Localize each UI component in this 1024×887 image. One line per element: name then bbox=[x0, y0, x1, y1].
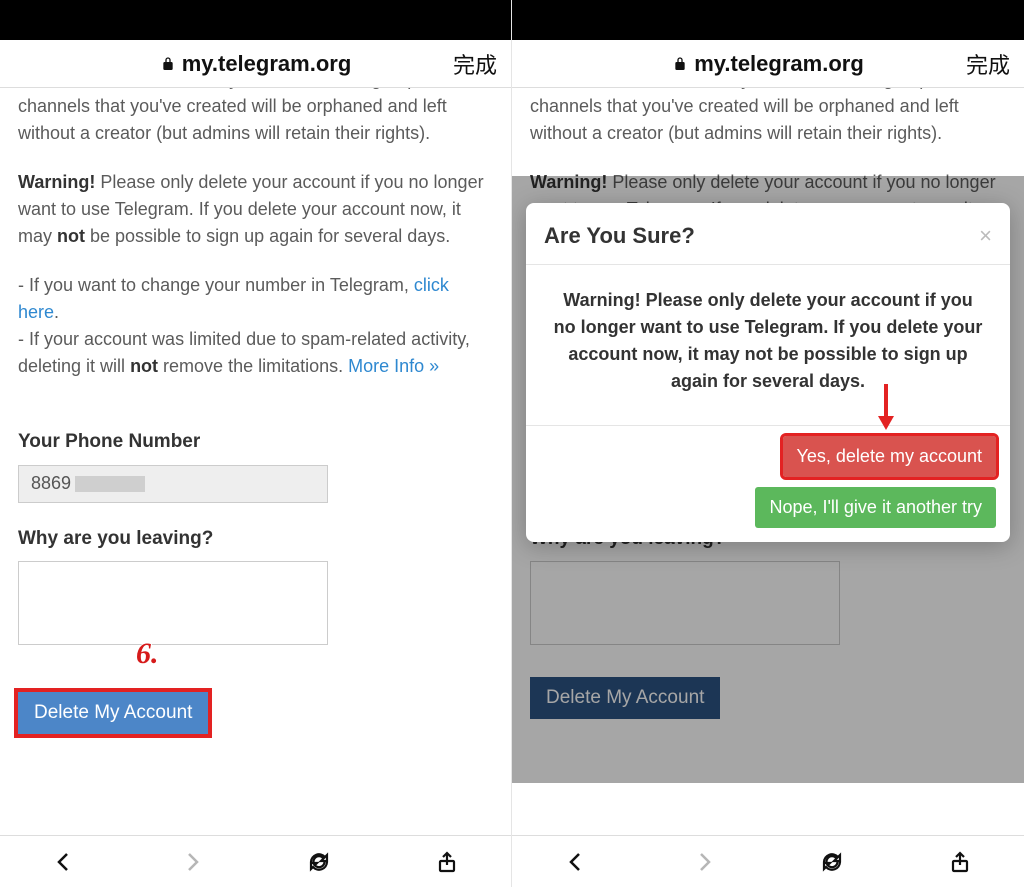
bullet-2: - If your account was limited due to spa… bbox=[18, 326, 493, 380]
phone-prefix: 8869 bbox=[31, 470, 71, 497]
step-badge-6: 6. bbox=[136, 631, 511, 676]
bullet-1: - If you want to change your number in T… bbox=[18, 272, 493, 326]
forward-icon bbox=[691, 849, 717, 875]
lock-icon bbox=[672, 56, 688, 72]
done-button[interactable]: 完成 bbox=[453, 48, 497, 80]
modal-body-text: Warning! Please only delete your account… bbox=[526, 265, 1010, 425]
share-icon[interactable] bbox=[947, 849, 973, 875]
browser-toolbar bbox=[512, 835, 1024, 887]
done-button[interactable]: 完成 bbox=[966, 48, 1010, 80]
browser-toolbar bbox=[0, 835, 511, 887]
refresh-icon[interactable] bbox=[306, 849, 332, 875]
phone-field[interactable]: 8869 bbox=[18, 465, 328, 503]
address-display: my.telegram.org bbox=[672, 51, 864, 77]
page-content-right: contacts will be deleted beyond retrieva… bbox=[512, 88, 1024, 835]
page-content-left: contacts will be deleted beyond retrieva… bbox=[0, 88, 511, 835]
more-info-link[interactable]: More Info » bbox=[348, 356, 439, 376]
back-icon[interactable] bbox=[563, 849, 589, 875]
screenshot-left: my.telegram.org 完成 contacts will be dele… bbox=[0, 0, 512, 887]
confirm-modal: Are You Sure? × Warning! Please only del… bbox=[526, 203, 1010, 542]
modal-title: Are You Sure? bbox=[544, 219, 695, 252]
phone-redacted bbox=[75, 476, 145, 492]
share-icon[interactable] bbox=[434, 849, 460, 875]
lock-icon bbox=[160, 56, 176, 72]
warning-paragraph: Warning! Please only delete your account… bbox=[18, 169, 493, 250]
refresh-icon[interactable] bbox=[819, 849, 845, 875]
cutoff-paragraph: contacts will be deleted beyond retrieva… bbox=[530, 88, 1006, 147]
phone-label: Your Phone Number bbox=[18, 428, 493, 457]
address-display: my.telegram.org bbox=[160, 51, 352, 77]
browser-url-bar: my.telegram.org 完成 bbox=[512, 40, 1024, 88]
close-icon[interactable]: × bbox=[979, 219, 992, 252]
reason-label: Why are you leaving? bbox=[18, 525, 493, 554]
back-icon[interactable] bbox=[51, 849, 77, 875]
delete-form: Your Phone Number 8869 Why are you leavi… bbox=[18, 428, 493, 734]
forward-icon bbox=[179, 849, 205, 875]
confirm-delete-button[interactable]: Yes, delete my account bbox=[783, 436, 996, 477]
device-notch bbox=[0, 0, 511, 40]
screenshot-right: my.telegram.org 完成 contacts will be dele… bbox=[512, 0, 1024, 887]
delete-account-button[interactable]: Delete My Account bbox=[18, 692, 208, 734]
cancel-delete-button[interactable]: Nope, I'll give it another try bbox=[755, 487, 996, 528]
domain-text: my.telegram.org bbox=[694, 51, 864, 77]
cutoff-paragraph: contacts will be deleted beyond retrieva… bbox=[18, 88, 493, 147]
domain-text: my.telegram.org bbox=[182, 51, 352, 77]
device-notch bbox=[512, 0, 1024, 40]
browser-url-bar: my.telegram.org 完成 bbox=[0, 40, 511, 88]
